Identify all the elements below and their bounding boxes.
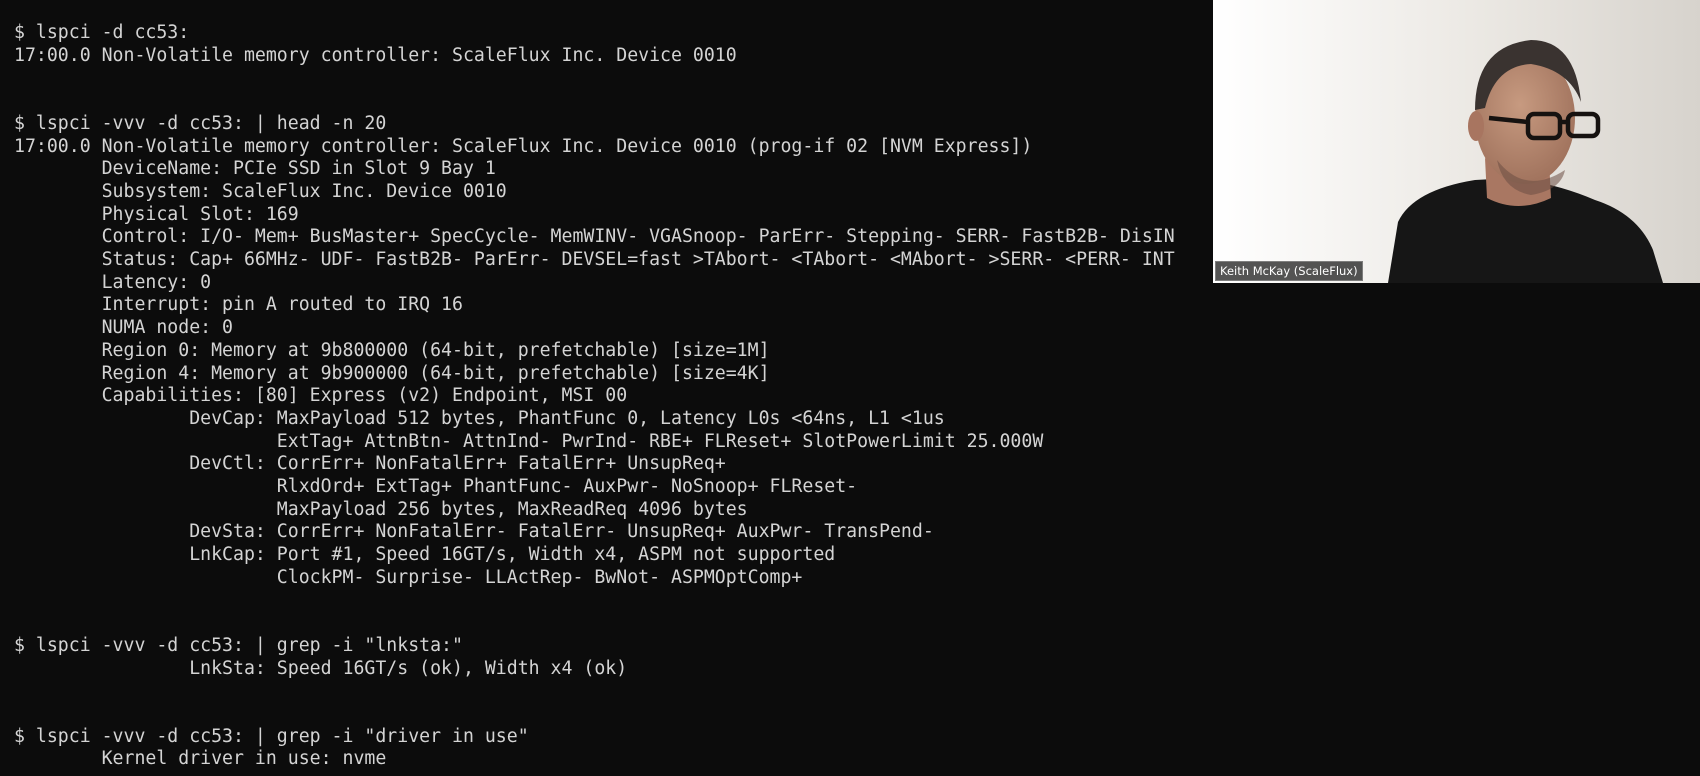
terminal-output-line: Interrupt: pin A routed to IRQ 16 <box>14 294 463 316</box>
participant-name-tag: Keith McKay (ScaleFlux) <box>1215 261 1363 281</box>
terminal-output-line: ClockPM- Surprise- LLActRep- BwNot- ASPM… <box>14 566 803 588</box>
terminal-window[interactable]: $ lspci -d cc53: 17:00.0 Non-Volatile mem… <box>0 0 1213 776</box>
terminal-output-line: Region 0: Memory at 9b800000 (64-bit, pr… <box>14 339 770 361</box>
terminal-output-line: NUMA node: 0 <box>14 317 233 339</box>
terminal-output-line: 17:00.0 Non-Volatile memory controller: … <box>14 44 737 66</box>
participant-video <box>1213 0 1700 283</box>
terminal-output-line: Kernel driver in use: nvme <box>14 748 387 770</box>
terminal-output-line: DevCtl: CorrErr+ NonFatalErr+ FatalErr+ … <box>14 453 726 475</box>
terminal-output-line: Region 4: Memory at 9b900000 (64-bit, pr… <box>14 362 770 384</box>
terminal-output-line: DeviceName: PCIe SSD in Slot 9 Bay 1 <box>14 158 496 180</box>
terminal-output-line: 17:00.0 Non-Volatile memory controller: … <box>14 135 1033 157</box>
terminal-output-line: DevCap: MaxPayload 512 bytes, PhantFunc … <box>14 407 945 429</box>
terminal-command-line: $ lspci -d cc53: <box>14 22 190 43</box>
terminal-command-line: $ lspci -vvv -d cc53: | head -n 20 <box>14 112 387 134</box>
terminal-output-line: Subsystem: ScaleFlux Inc. Device 0010 <box>14 180 507 202</box>
terminal-output-line: DevSta: CorrErr+ NonFatalErr- FatalErr- … <box>14 521 934 543</box>
terminal-output-line: RlxdOrd+ ExtTag+ PhantFunc- AuxPwr- NoSn… <box>14 476 858 497</box>
terminal-output-line: Status: Cap+ 66MHz- UDF- FastB2B- ParErr… <box>14 249 1175 270</box>
terminal-command-line: $ lspci -vvv -d cc53: | grep -i "lnksta:… <box>14 634 463 656</box>
terminal-output-line: LnkCap: Port #1, Speed 16GT/s, Width x4,… <box>14 544 836 566</box>
terminal-output-line: Control: I/O- Mem+ BusMaster+ SpecCycle-… <box>14 226 1175 248</box>
terminal-output-line: Capabilities: [80] Express (v2) Endpoint… <box>14 385 628 407</box>
terminal-command-line: $ lspci -vvv -d cc53: | grep -i "driver … <box>14 725 529 747</box>
terminal-output-line: Latency: 0 <box>14 271 212 293</box>
person-ear <box>1468 111 1484 141</box>
terminal-output-line: ExtTag+ AttnBtn- AttnInd- PwrInd- RBE+ F… <box>14 430 1044 452</box>
terminal-output-line: LnkSta: Speed 16GT/s (ok), Width x4 (ok) <box>14 657 628 679</box>
terminal-output-line: MaxPayload 256 bytes, MaxReadReq 4096 by… <box>14 498 748 520</box>
terminal-output-line: Physical Slot: 169 <box>14 203 299 225</box>
participant-video-tile[interactable]: Keith McKay (ScaleFlux) <box>1213 0 1700 283</box>
